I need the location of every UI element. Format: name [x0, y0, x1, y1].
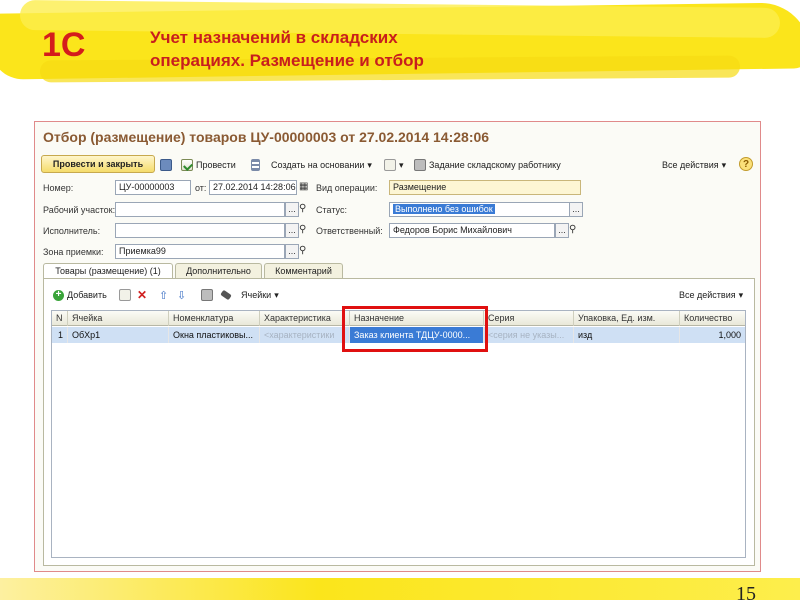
cells-menu[interactable]: Ячейки ▾ — [241, 286, 279, 304]
responsible-select-button[interactable]: ... — [555, 223, 569, 238]
fill-icon — [201, 289, 213, 301]
pencil-icon — [220, 289, 232, 301]
all-actions-label: Все действия — [662, 160, 719, 170]
fill-button[interactable] — [201, 286, 213, 304]
copy-icon — [119, 289, 131, 301]
chevron-down-icon: ▾ — [399, 159, 404, 170]
date-label: от: — [195, 183, 207, 193]
date-field[interactable]: 27.02.2014 14:28:06 — [209, 180, 297, 195]
search-icon[interactable]: ⚲ — [299, 223, 311, 238]
slide-title-line1: Учет назначений в складских — [150, 28, 398, 47]
work-area-select-button[interactable]: ... — [285, 202, 299, 217]
chevron-down-icon: ▾ — [721, 159, 727, 170]
calendar-icon[interactable]: ▦ — [299, 180, 311, 195]
cells-label: Ячейки — [241, 290, 272, 300]
search-icon[interactable]: ⚲ — [569, 223, 581, 238]
purpose-column-highlight — [342, 306, 488, 352]
status-label: Статус: — [316, 205, 347, 215]
status-value: Выполнено без ошибок — [393, 204, 495, 214]
cell-quantity[interactable]: 1,000 — [680, 327, 745, 343]
search-icon[interactable]: ⚲ — [299, 244, 311, 259]
table-all-actions-menu[interactable]: Все действия ▾ — [679, 286, 743, 304]
operation-type-label: Вид операции: — [316, 183, 378, 193]
save-icon — [160, 159, 172, 171]
print-icon — [414, 159, 426, 171]
slide-title-line2: операциях. Размещение и отбор — [150, 51, 424, 70]
add-button[interactable]: + Добавить — [53, 286, 107, 304]
col-header-package[interactable]: Упаковка, Ед. изм. — [574, 311, 680, 326]
col-header-item[interactable]: Номенклатура — [169, 311, 260, 326]
form-toolbar: Провести и закрыть Провести Создать на о… — [41, 155, 753, 175]
tab-comment[interactable]: Комментарий — [264, 263, 343, 278]
cell-characteristic[interactable]: <характеристики — [260, 327, 350, 343]
cell-package[interactable]: изд — [574, 327, 680, 343]
task-worker-label: Задание складскому работнику — [429, 160, 561, 170]
responsible-label: Ответственный: — [316, 226, 383, 236]
chevron-down-icon: ▾ — [274, 289, 279, 300]
list-icon — [251, 159, 260, 171]
status-field[interactable]: Выполнено без ошибок — [389, 202, 571, 217]
post-button[interactable]: Провести — [181, 155, 236, 175]
col-header-quantity[interactable]: Количество — [680, 311, 745, 326]
chevron-down-icon: ▾ — [367, 159, 372, 170]
status-select-button[interactable]: ... — [569, 202, 583, 217]
logo-text: 1С — [42, 26, 85, 62]
post-and-close-button[interactable]: Провести и закрыть — [41, 155, 155, 173]
page-number: 15 — [736, 583, 756, 600]
slide-title: Учет назначений в складских операциях. Р… — [150, 26, 650, 72]
delete-icon: ✕ — [137, 288, 148, 302]
cell-n: 1 — [52, 327, 68, 343]
table-all-actions-label: Все действия — [679, 290, 736, 300]
add-label: Добавить — [67, 290, 107, 300]
add-icon: + — [53, 289, 64, 301]
number-label: Номер: — [43, 183, 74, 193]
col-header-characteristic[interactable]: Характеристика — [260, 311, 350, 326]
col-header-cell[interactable]: Ячейка — [68, 311, 169, 326]
create-based-label: Создать на основании — [271, 160, 365, 170]
delete-button[interactable]: ✕ — [137, 286, 147, 304]
all-actions-menu[interactable]: Все действия ▾ — [662, 155, 726, 175]
number-field[interactable]: ЦУ-00000003 — [115, 180, 191, 195]
executor-label: Исполнитель: — [43, 226, 101, 236]
cell-series[interactable]: <серия не указы... — [484, 327, 574, 343]
executor-select-button[interactable]: ... — [285, 223, 299, 238]
create-based-on-button[interactable]: Создать на основании ▾ — [271, 155, 372, 175]
move-up-button[interactable]: ⇧ — [159, 286, 168, 304]
move-down-button[interactable]: ⇩ — [177, 286, 186, 304]
responsible-field[interactable]: Федоров Борис Михайлович — [389, 223, 555, 238]
pick-button[interactable] — [220, 286, 232, 304]
table-toolbar: + Добавить ✕ ⇧ ⇩ Ячейки ▾ Все действия ▾ — [45, 286, 745, 304]
print-menu-button[interactable]: ▾ — [384, 155, 404, 175]
work-area-label: Рабочий участок: — [43, 205, 116, 215]
help-icon[interactable]: ? — [739, 157, 753, 171]
chevron-down-icon: ▾ — [738, 289, 744, 300]
arrow-up-icon: ⇧ — [159, 289, 169, 302]
zone-select-button[interactable]: ... — [285, 244, 299, 259]
tab-goods-placement[interactable]: Товары (размещение) (1) — [43, 263, 173, 279]
search-icon[interactable]: ⚲ — [299, 202, 311, 217]
cell-storage-cell[interactable]: ОбХр1 — [68, 327, 169, 343]
list-button[interactable] — [251, 155, 260, 175]
task-worker-button[interactable]: Задание складскому работнику — [414, 155, 561, 175]
receiving-zone-label: Зона приемки: — [43, 247, 104, 257]
executor-field[interactable] — [115, 223, 285, 238]
1c-logo: 1С — [42, 26, 85, 62]
col-header-n[interactable]: N — [52, 311, 68, 326]
arrow-down-icon: ⇩ — [177, 289, 187, 302]
tab-additional[interactable]: Дополнительно — [175, 263, 262, 278]
save-button[interactable] — [160, 155, 172, 175]
document-title: Отбор (размещение) товаров ЦУ-00000003 о… — [43, 129, 490, 145]
col-header-series[interactable]: Серия — [484, 311, 574, 326]
receiving-zone-field[interactable]: Приемка99 — [115, 244, 285, 259]
cell-item[interactable]: Окна пластиковы... — [169, 327, 260, 343]
copy-button[interactable] — [119, 286, 131, 304]
document-icon — [384, 159, 396, 171]
operation-type-field[interactable]: Размещение — [389, 180, 581, 195]
footer-band — [0, 578, 800, 600]
post-icon — [181, 159, 193, 171]
work-area-field[interactable] — [115, 202, 285, 217]
post-label: Провести — [196, 160, 236, 170]
